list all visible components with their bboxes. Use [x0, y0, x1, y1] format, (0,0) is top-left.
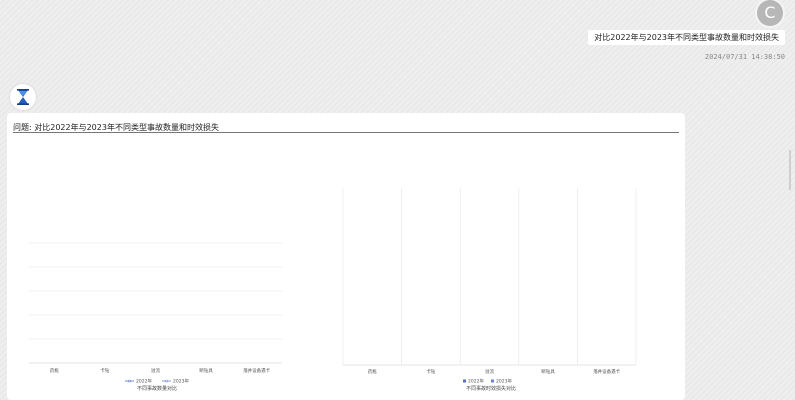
accident-count-chart: 药瓶 卡钻 溢流 断钻具 落井设备遇卡 2022年 2023年 不同事故数量对比: [29, 242, 282, 392]
x-tick-label: 卡钻: [426, 368, 435, 375]
chart-title: 不同事故时效损失对比: [466, 385, 516, 392]
bot-avatar: [10, 84, 36, 110]
x-tick-label: 药瓶: [50, 367, 59, 374]
chart-title: 不同事故数量对比: [137, 385, 177, 392]
chat-window: C 对比2022年与2023年不同类型事故数量和时效损失 2024/07/31 …: [0, 0, 795, 400]
legend-swatch-2023[interactable]: [491, 379, 494, 383]
message-timestamp: 2024/07/31 14:38:50: [704, 53, 785, 61]
legend-marker-2023[interactable]: [165, 379, 168, 383]
x-tick-label: 溢流: [485, 368, 494, 375]
legend-label-2022[interactable]: 2022年: [136, 378, 152, 385]
legend-marker-2022[interactable]: [128, 379, 131, 383]
legend-label-2023[interactable]: 2023年: [496, 378, 512, 385]
x-tick-label: 断钻具: [541, 368, 555, 375]
scrollbar[interactable]: [789, 150, 791, 190]
hourglass-logo-icon: [17, 89, 29, 105]
x-tick-label: 落井设备遇卡: [243, 367, 270, 374]
response-card: 问题: 对比2022年与2023年不同类型事故数量和时效损失 药瓶 卡钻 溢流 断钻具…: [7, 113, 685, 400]
x-tick-label: 卡钻: [100, 367, 109, 374]
time-loss-chart: 药瓶 卡钻 溢流 断钻具 落井设备遇卡 2022年 2023年 不同事故时效损失对比: [342, 188, 637, 392]
x-tick-label: 断钻具: [199, 367, 213, 374]
legend-label-2022[interactable]: 2022年: [468, 378, 484, 385]
legend-swatch-2022[interactable]: [463, 379, 466, 383]
x-tick-label: 落井设备遇卡: [593, 368, 620, 375]
user-avatar[interactable]: C: [757, 0, 783, 26]
legend-label-2023[interactable]: 2023年: [173, 378, 189, 385]
user-message: 对比2022年与2023年不同类型事故数量和时效损失: [588, 30, 785, 45]
charts-area: 药瓶 卡钻 溢流 断钻具 落井设备遇卡 2022年 2023年 不同事故数量对比 药瓶 卡…: [29, 188, 637, 392]
x-tick-label: 溢流: [151, 367, 160, 374]
x-tick-label: 药瓶: [368, 368, 377, 375]
